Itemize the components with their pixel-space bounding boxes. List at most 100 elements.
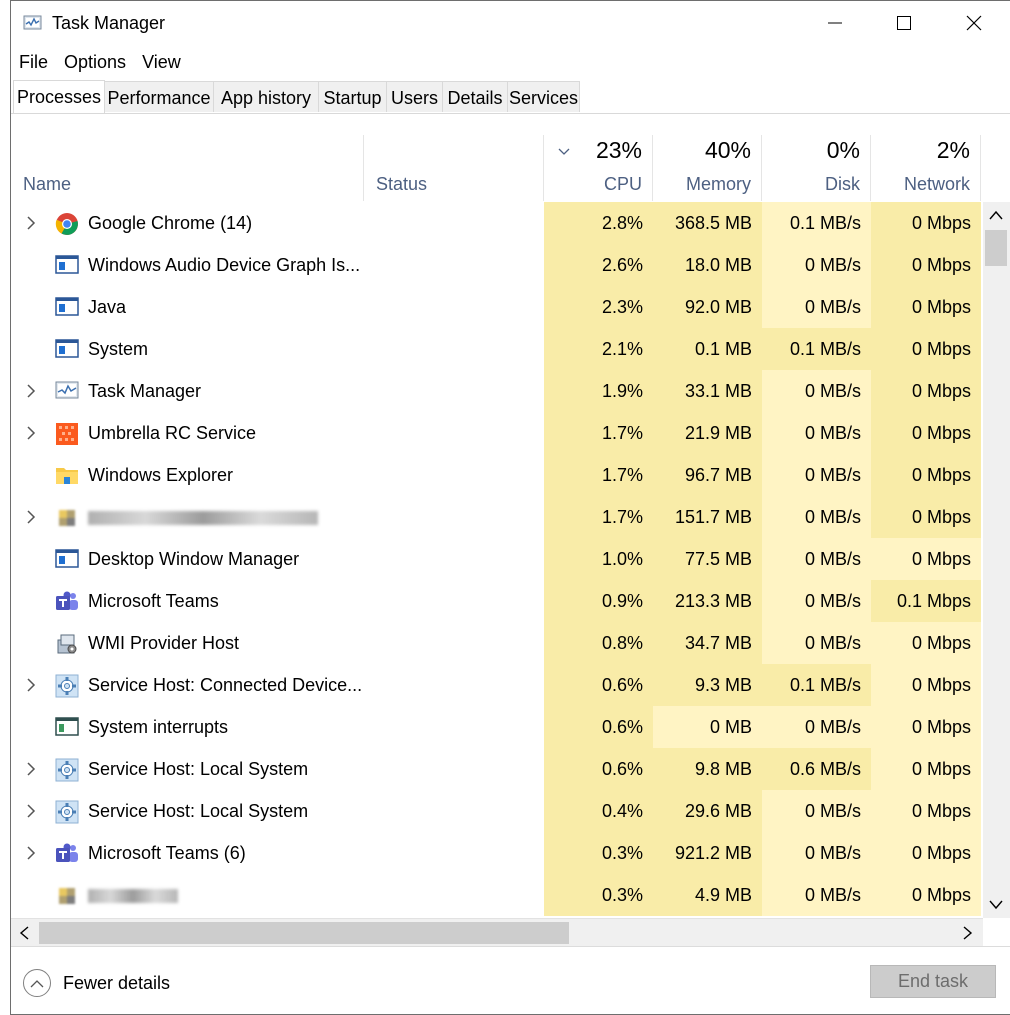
process-name: Windows Audio Device Graph Is... (88, 255, 361, 275)
column-header-name[interactable]: Name (11, 135, 364, 201)
horizontal-scroll-thumb[interactable] (39, 922, 569, 944)
close-icon (966, 15, 982, 31)
process-row[interactable]: System interrupts 0.6% 0 MB 0 MB/s 0 Mbps (11, 706, 981, 748)
process-name: Microsoft Teams (6) (88, 843, 246, 863)
process-row[interactable]: System 2.1% 0.1 MB 0.1 MB/s 0 Mbps (11, 328, 981, 370)
process-name: Google Chrome (14) (88, 213, 253, 233)
chevron-right-icon[interactable] (23, 803, 39, 819)
teams-icon (55, 842, 79, 864)
app-window-icon (55, 338, 79, 360)
chevron-right-icon[interactable] (23, 845, 39, 861)
process-cpu: 0.6% (544, 664, 653, 706)
tab-users[interactable]: Users (386, 81, 443, 112)
process-network: 0 Mbps (871, 328, 981, 370)
column-disk-label: Disk (825, 174, 860, 194)
process-cpu: 1.7% (544, 412, 653, 454)
process-disk: 0 MB/s (762, 832, 871, 874)
horizontal-scrollbar[interactable] (11, 918, 983, 946)
process-row[interactable]: Microsoft Teams (6) 0.3% 921.2 MB 0 MB/s 0 M… (11, 832, 981, 874)
process-disk: 0 MB/s (762, 454, 871, 496)
column-header-memory[interactable]: 40% Memory (653, 135, 762, 201)
close-button[interactable] (939, 1, 1009, 45)
fewer-details-button[interactable]: Fewer details (23, 969, 170, 997)
process-disk: 0 MB/s (762, 244, 871, 286)
chevron-right-icon[interactable] (23, 383, 39, 399)
column-header-cpu[interactable]: 23% CPU (544, 135, 653, 201)
process-disk: 0 MB/s (762, 790, 871, 832)
maximize-button[interactable] (869, 1, 939, 45)
process-cpu: 0.3% (544, 832, 653, 874)
process-name: Service Host: Local System (88, 801, 309, 821)
process-cpu: 1.7% (544, 454, 653, 496)
process-row[interactable]: Windows Explorer 1.7% 96.7 MB 0 MB/s 0 Mbps (11, 454, 981, 496)
scroll-right-icon[interactable] (963, 926, 973, 940)
chevron-right-icon[interactable] (23, 425, 39, 441)
process-cpu: 0.6% (544, 706, 653, 748)
gear-icon (55, 758, 79, 782)
minimize-button[interactable] (800, 1, 870, 45)
process-network: 0 Mbps (871, 832, 981, 874)
process-disk: 0 MB/s (762, 538, 871, 580)
chevron-right-icon[interactable] (23, 761, 39, 777)
tab-processes[interactable]: Processes (13, 80, 105, 113)
process-row[interactable]: Google Chrome (14) 2.8% 368.5 MB 0.1 MB/s 0 … (11, 202, 981, 244)
end-task-button[interactable]: End task (870, 965, 996, 998)
process-disk: 0.1 MB/s (762, 664, 871, 706)
process-name: Java (88, 297, 127, 317)
process-row[interactable]: Microsoft Teams 0.9% 213.3 MB 0 MB/s 0.1 Mbp… (11, 580, 981, 622)
chevron-right-icon[interactable] (23, 677, 39, 693)
process-row[interactable]: Umbrella RC Service 1.7% 21.9 MB 0 MB/s 0 Mb… (11, 412, 981, 454)
menu-file[interactable]: File (11, 49, 56, 75)
process-name-redacted (88, 874, 178, 916)
chevron-right-icon[interactable] (23, 215, 39, 231)
process-row[interactable]: Service Host: Connected Device... 0.6% 9.3… (11, 664, 981, 706)
process-row[interactable]: 0.3% 4.9 MB 0 MB/s 0 Mbps (11, 874, 981, 916)
process-memory: 77.5 MB (653, 538, 762, 580)
column-status-label: Status (376, 174, 428, 194)
cpu-total-percent: 23% (595, 137, 642, 163)
process-name: Umbrella RC Service (88, 423, 257, 443)
process-name: System (88, 339, 149, 359)
tab-app-history[interactable]: App history (213, 81, 319, 112)
vertical-scrollbar[interactable] (983, 202, 1010, 918)
process-name: Service Host: Connected Device... (88, 675, 363, 695)
process-network: 0 Mbps (871, 412, 981, 454)
menu-view[interactable]: View (134, 49, 189, 75)
column-header-status[interactable]: Status (364, 135, 544, 201)
process-row[interactable]: 1.7% 151.7 MB 0 MB/s 0 Mbps (11, 496, 981, 538)
process-row[interactable]: Java 2.3% 92.0 MB 0 MB/s 0 Mbps (11, 286, 981, 328)
process-memory: 0 MB (653, 706, 762, 748)
tab-services[interactable]: Services (507, 81, 580, 112)
process-disk: 0 MB/s (762, 874, 871, 916)
tab-details[interactable]: Details (442, 81, 508, 112)
process-row[interactable]: Service Host: Local System 0.6% 9.8 MB 0.6 … (11, 748, 981, 790)
process-row[interactable]: Desktop Window Manager 1.0% 77.5 MB 0 MB/s 0… (11, 538, 981, 580)
gear-icon (55, 674, 79, 698)
menu-options[interactable]: Options (56, 49, 134, 75)
tab-startup[interactable]: Startup (318, 81, 387, 112)
process-network: 0 Mbps (871, 286, 981, 328)
process-memory: 9.8 MB (653, 748, 762, 790)
chevron-right-icon[interactable] (23, 509, 39, 525)
scroll-left-icon[interactable] (19, 926, 29, 940)
scroll-down-icon[interactable] (989, 900, 1003, 910)
process-row[interactable]: Service Host: Local System 0.4% 29.6 MB 0 M… (11, 790, 981, 832)
scroll-up-icon[interactable] (989, 210, 1003, 220)
process-disk: 0 MB/s (762, 286, 871, 328)
vertical-scroll-thumb[interactable] (985, 230, 1007, 266)
process-row[interactable]: Task Manager 1.9% 33.1 MB 0 MB/s 0 Mbps (11, 370, 981, 412)
process-memory: 33.1 MB (653, 370, 762, 412)
window-title: Task Manager (52, 13, 166, 33)
column-network-label: Network (903, 174, 970, 194)
process-memory: 92.0 MB (653, 286, 762, 328)
process-network: 0 Mbps (871, 622, 981, 664)
column-header-disk[interactable]: 0% Disk (762, 135, 871, 201)
tab-performance[interactable]: Performance (104, 81, 214, 112)
column-header-network[interactable]: 2% Network (871, 135, 981, 201)
process-name: WMI Provider Host (88, 633, 240, 653)
process-memory: 4.9 MB (653, 874, 762, 916)
process-row[interactable]: Windows Audio Device Graph Is... 2.6% 18.0… (11, 244, 981, 286)
process-row[interactable]: WMI Provider Host 0.8% 34.7 MB 0 MB/s 0 Mbps (11, 622, 981, 664)
process-memory: 29.6 MB (653, 790, 762, 832)
process-disk: 0 MB/s (762, 580, 871, 622)
